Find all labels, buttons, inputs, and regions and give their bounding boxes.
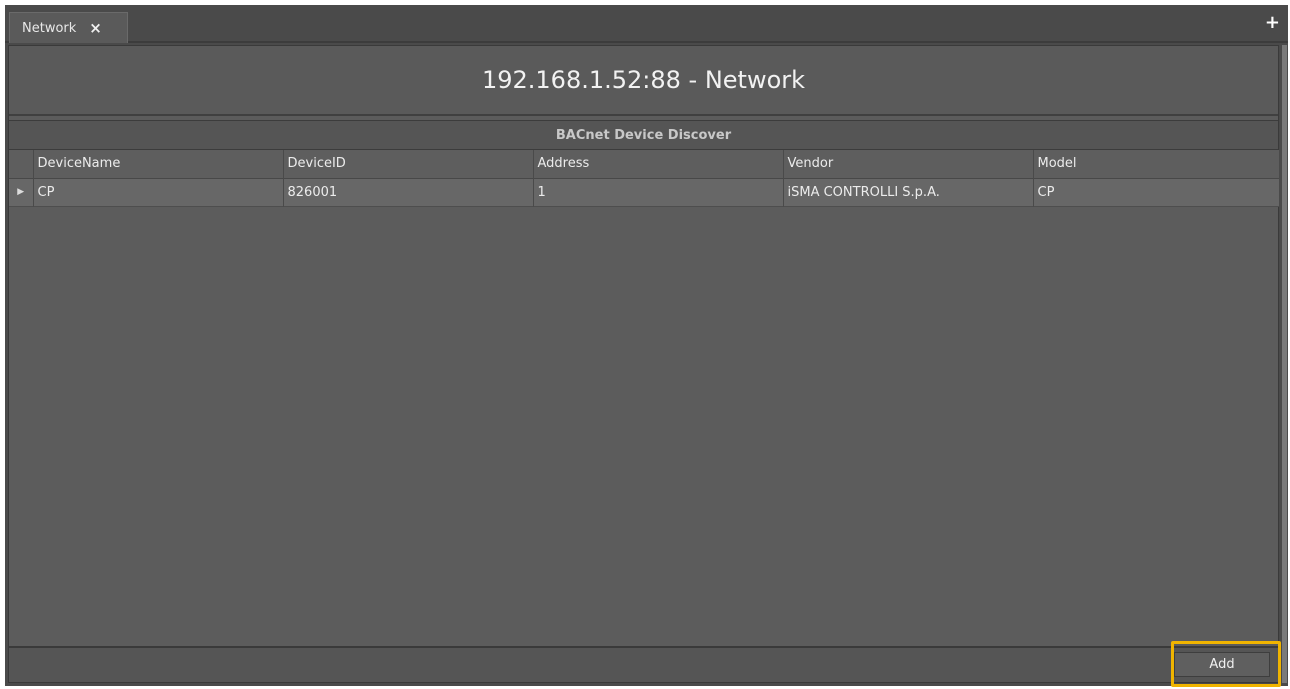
network-window: Network × + 192.168.1.52:88 - Network BA… [5, 5, 1288, 686]
tab-bar: Network × + [5, 5, 1288, 43]
footer-bar: Add [9, 646, 1278, 682]
tab-network[interactable]: Network × [9, 12, 128, 43]
cell-model: CP [1033, 178, 1280, 206]
cell-deviceid: 826001 [283, 178, 534, 206]
header-indicator-cell [9, 150, 34, 178]
column-header-deviceid[interactable]: DeviceID [283, 150, 534, 178]
table-header-row: DeviceName DeviceID Address Vendor Model [9, 150, 1280, 178]
cell-address: 1 [533, 178, 784, 206]
column-header-devicename[interactable]: DeviceName [33, 150, 284, 178]
cell-devicename: CP [33, 178, 284, 206]
device-table: DeviceName DeviceID Address Vendor Model… [9, 150, 1280, 207]
column-header-model[interactable]: Model [1033, 150, 1280, 178]
tab-label: Network [22, 20, 77, 36]
column-header-vendor[interactable]: Vendor [783, 150, 1034, 178]
content-panel: 192.168.1.52:88 - Network BACnet Device … [8, 45, 1280, 683]
row-expand-icon[interactable]: ▶ [9, 178, 34, 206]
add-button[interactable]: Add [1174, 652, 1270, 677]
vertical-scrollbar[interactable] [1282, 45, 1287, 683]
close-icon[interactable]: × [89, 19, 102, 37]
add-tab-icon[interactable]: + [1265, 14, 1280, 32]
page-title: 192.168.1.52:88 - Network [9, 46, 1278, 116]
column-header-address[interactable]: Address [533, 150, 784, 178]
cell-vendor: iSMA CONTROLLI S.p.A. [783, 178, 1034, 206]
section-header: BACnet Device Discover [9, 120, 1278, 150]
table-row[interactable]: ▶ CP 826001 1 iSMA CONTROLLI S.p.A. CP [9, 178, 1280, 206]
